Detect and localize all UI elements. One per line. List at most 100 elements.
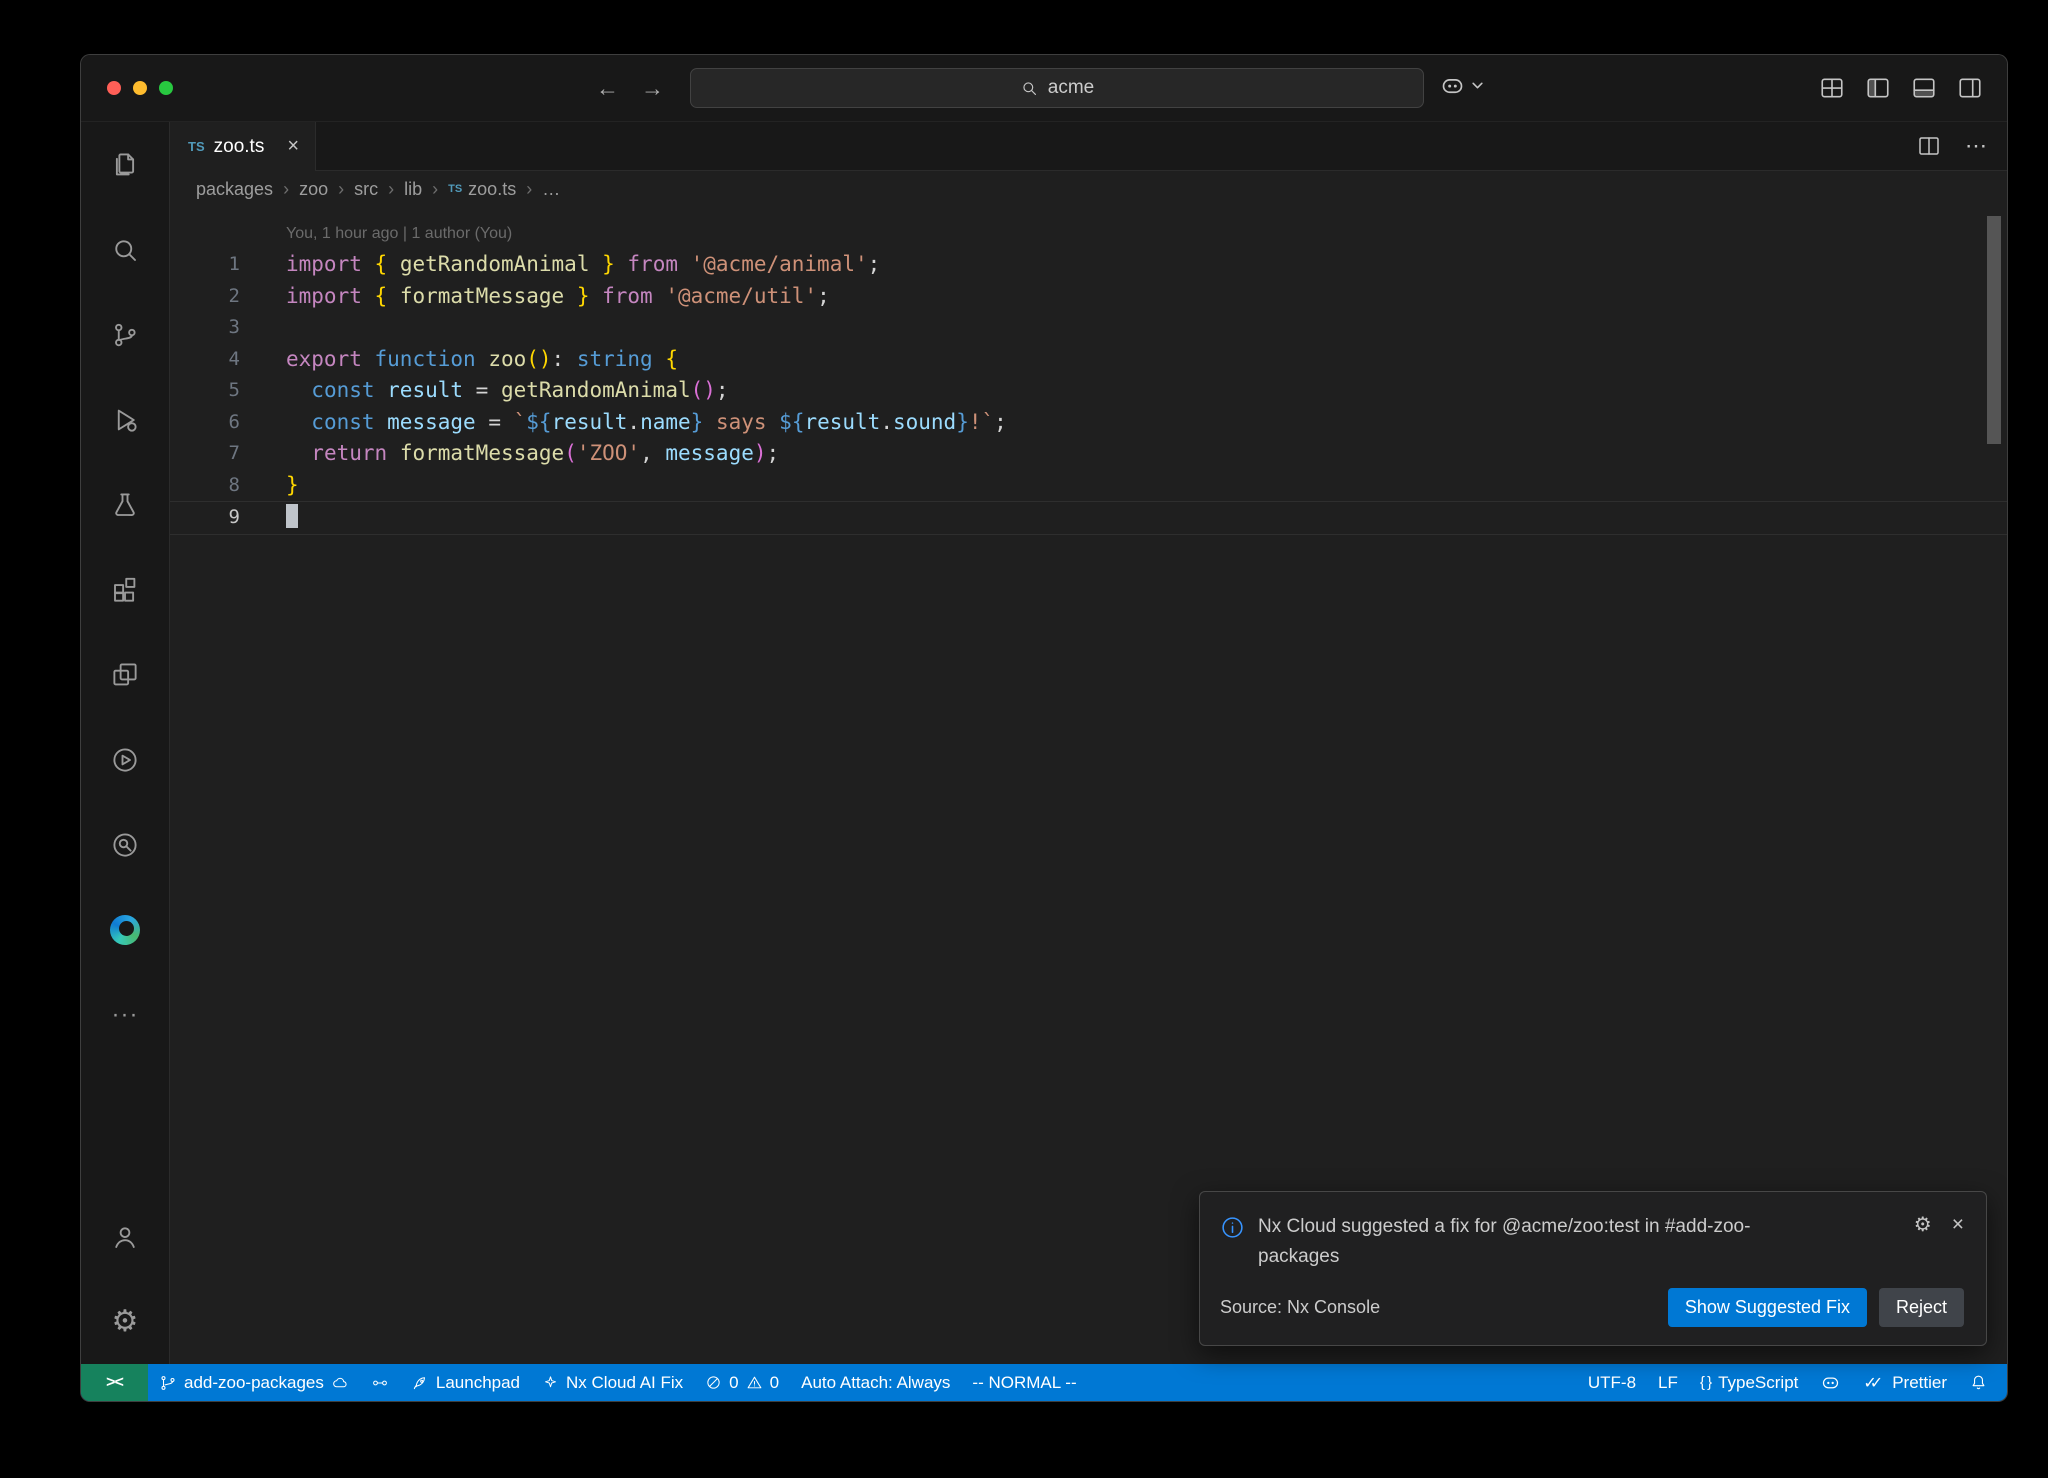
forward-button[interactable]: → <box>641 75 664 102</box>
reject-button[interactable]: Reject <box>1879 1288 1964 1327</box>
problems-status-item[interactable]: 0 0 <box>694 1364 790 1401</box>
code-line[interactable]: 9 <box>170 501 2007 535</box>
eol-item[interactable]: LF <box>1647 1364 1689 1401</box>
split-editor-button[interactable] <box>1917 134 1941 158</box>
encoding-item[interactable]: UTF-8 <box>1577 1364 1647 1401</box>
toggle-secondary-sidebar-button[interactable] <box>1957 75 1983 101</box>
toggle-panel-button[interactable] <box>1911 75 1937 101</box>
main-area: ··· ⚙ TS zoo.ts × <box>81 122 2007 1364</box>
line-content <box>240 312 286 344</box>
language-mode-item[interactable]: { } TypeScript <box>1689 1364 1810 1401</box>
git-branch-icon <box>159 1374 177 1392</box>
notifications-bell-item[interactable] <box>1958 1364 1999 1401</box>
tab-zoo-ts[interactable]: TS zoo.ts × <box>170 122 316 171</box>
search-icon <box>1020 79 1039 98</box>
chevron-down-icon <box>1471 79 1484 92</box>
copilot-icon <box>1820 1372 1841 1393</box>
customize-layout-button[interactable] <box>1819 75 1845 101</box>
line-number: 7 <box>170 438 240 470</box>
notification-toast: Nx Cloud suggested a fix for @acme/zoo:t… <box>1199 1191 1987 1346</box>
notification-source: Source: Nx Console <box>1220 1297 1380 1318</box>
sidebar-item-search[interactable] <box>81 207 169 292</box>
code-line[interactable]: 6 const message = `${result.name} says $… <box>170 407 2007 439</box>
tab-bar: TS zoo.ts × ⋯ <box>170 122 2007 171</box>
back-button[interactable]: ← <box>596 75 619 102</box>
typescript-file-icon: TS <box>188 139 205 154</box>
show-suggested-fix-button[interactable]: Show Suggested Fix <box>1668 1288 1867 1327</box>
line-content: return formatMessage('ZOO', message); <box>240 438 779 470</box>
sidebar-item-run-debug[interactable] <box>81 377 169 462</box>
double-check-icon: ✓✓ <box>1863 1373 1876 1393</box>
code-line[interactable]: 4export function zoo(): string { <box>170 344 2007 376</box>
sidebar-item-inspect[interactable] <box>81 802 169 887</box>
gitlens-status-item[interactable] <box>360 1364 400 1401</box>
sidebar-item-explorer[interactable] <box>81 122 169 207</box>
sidebar-item-edge-browser[interactable] <box>81 887 169 972</box>
breadcrumb-item[interactable]: src <box>354 179 378 200</box>
nx-console-icon <box>110 745 140 775</box>
line-number: 4 <box>170 344 240 376</box>
code-lines: 1import { getRandomAnimal } from '@acme/… <box>170 249 2007 535</box>
notification-settings-button[interactable]: ⚙ <box>1914 1212 1932 1237</box>
settings-gear-icon: ⚙ <box>112 1307 139 1337</box>
line-number: 9 <box>170 502 240 534</box>
breadcrumb-item[interactable]: zoo <box>299 179 328 200</box>
commit-graph-icon <box>371 1374 389 1392</box>
toggle-sidebar-button[interactable] <box>1865 75 1891 101</box>
traffic-lights <box>107 81 173 95</box>
breadcrumb-separator: › <box>432 179 438 200</box>
code-line[interactable]: 2import { formatMessage } from '@acme/ut… <box>170 281 2007 313</box>
account-icon <box>110 1222 140 1252</box>
sidebar-item-nx-console[interactable] <box>81 717 169 802</box>
tab-close-button[interactable]: × <box>287 135 299 158</box>
close-window-button[interactable] <box>107 81 121 95</box>
breadcrumb-item[interactable]: packages <box>196 179 273 200</box>
sidebar-item-extensions[interactable] <box>81 547 169 632</box>
line-content: const result = getRandomAnimal(); <box>240 375 729 407</box>
code-line[interactable]: 5 const result = getRandomAnimal(); <box>170 375 2007 407</box>
braces-icon: { } <box>1700 1374 1711 1391</box>
launchpad-status-item[interactable]: Launchpad <box>400 1364 531 1401</box>
breadcrumb-file[interactable]: TS zoo.ts <box>448 179 516 200</box>
source-control-icon <box>110 320 140 350</box>
info-icon <box>1220 1215 1245 1240</box>
line-number: 5 <box>170 375 240 407</box>
warning-count: 0 <box>770 1373 779 1393</box>
maximize-window-button[interactable] <box>159 81 173 95</box>
code-line[interactable]: 8} <box>170 470 2007 502</box>
sidebar-item-account[interactable] <box>81 1194 169 1279</box>
formatter-status-item[interactable]: ✓✓ Prettier <box>1852 1364 1958 1401</box>
search-icon <box>110 235 140 265</box>
sidebar-item-settings[interactable]: ⚙ <box>81 1279 169 1364</box>
inspect-icon <box>110 830 140 860</box>
status-bar: >< add-zoo-packages Launchpad Nx Cloud A… <box>81 1364 2007 1401</box>
blame-annotation: You, 1 hour ago | 1 author (You) <box>170 219 2007 249</box>
nx-cloud-ai-fix-item[interactable]: Nx Cloud AI Fix <box>531 1364 694 1401</box>
copilot-menu-button[interactable] <box>1439 72 1484 99</box>
line-content: import { getRandomAnimal } from '@acme/a… <box>240 249 880 281</box>
more-actions-button[interactable]: ⋯ <box>1965 133 1987 159</box>
code-line[interactable]: 3 <box>170 312 2007 344</box>
files-icon <box>110 150 140 180</box>
copilot-status-item[interactable] <box>1809 1364 1852 1401</box>
vim-mode-item[interactable]: -- NORMAL -- <box>961 1364 1087 1401</box>
code-line[interactable]: 1import { getRandomAnimal } from '@acme/… <box>170 249 2007 281</box>
editor-scrollbar[interactable] <box>1987 216 2001 444</box>
auto-attach-item[interactable]: Auto Attach: Always <box>790 1364 961 1401</box>
edge-icon <box>110 915 140 945</box>
editor-group: TS zoo.ts × ⋯ packages › zoo › src › <box>170 122 2007 1364</box>
sidebar-item-more-tools[interactable]: ··· <box>81 972 169 1057</box>
remote-indicator[interactable]: >< <box>81 1364 148 1401</box>
sidebar-item-remote-explorer[interactable] <box>81 632 169 717</box>
branch-status-item[interactable]: add-zoo-packages <box>148 1364 360 1401</box>
line-content: export function zoo(): string { <box>240 344 678 376</box>
code-line[interactable]: 7 return formatMessage('ZOO', message); <box>170 438 2007 470</box>
line-content <box>240 502 298 534</box>
minimize-window-button[interactable] <box>133 81 147 95</box>
sidebar-item-testing[interactable] <box>81 462 169 547</box>
breadcrumb-item[interactable]: lib <box>404 179 422 200</box>
notification-close-button[interactable]: × <box>1952 1213 1964 1237</box>
command-center[interactable]: acme <box>690 68 1424 108</box>
sidebar-item-source-control[interactable] <box>81 292 169 377</box>
breadcrumb-more[interactable]: … <box>542 179 560 200</box>
